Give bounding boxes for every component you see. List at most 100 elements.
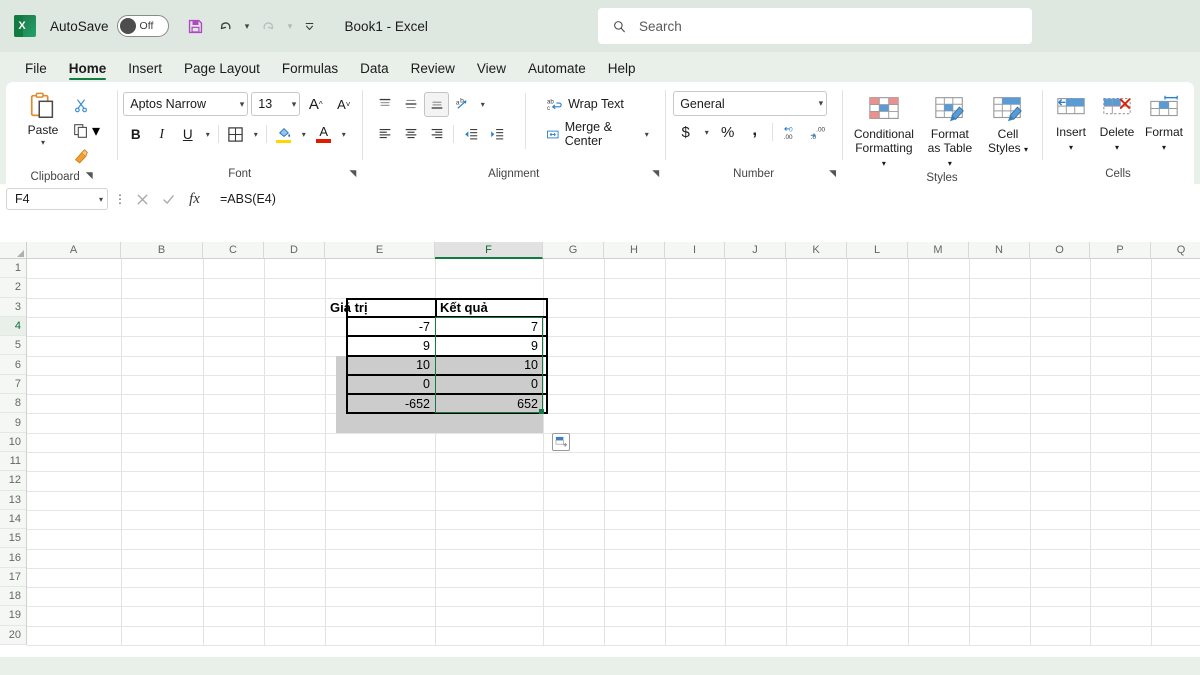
cell-F4[interactable]: 7 <box>435 317 543 336</box>
select-all-corner[interactable] <box>0 242 27 259</box>
tab-page-layout[interactable]: Page Layout <box>173 58 271 82</box>
column-header-M[interactable]: M <box>908 242 969 259</box>
bold-button[interactable]: B <box>123 122 148 147</box>
orientation-button[interactable]: ab <box>450 92 475 117</box>
tab-view[interactable]: View <box>466 58 517 82</box>
cell-styles-button[interactable]: Cell Styles ▾ <box>980 91 1036 157</box>
cell-E7[interactable]: 0 <box>325 375 435 394</box>
underline-button[interactable]: U <box>175 122 200 147</box>
alignment-dialog-launcher-icon[interactable]: ◥ <box>652 168 659 178</box>
undo-icon[interactable] <box>211 11 241 41</box>
save-icon[interactable] <box>181 11 211 41</box>
redo-icon[interactable] <box>254 11 284 41</box>
row-header-20[interactable]: 20 <box>0 625 26 645</box>
fill-color-chevron-down-icon[interactable]: ▾ <box>297 122 310 147</box>
chevron-down-icon[interactable]: ▾ <box>948 159 952 168</box>
font-family-select[interactable]: Aptos Narrow ▾ <box>123 92 249 116</box>
merge-center-chevron-down-icon[interactable]: ▾ <box>640 122 653 147</box>
column-header-A[interactable]: A <box>27 242 121 259</box>
comma-format-button[interactable]: , <box>742 120 767 145</box>
merge-center-button[interactable]: Merge & Center ▾ <box>540 120 659 148</box>
cell-E8[interactable]: -652 <box>325 394 435 413</box>
chevron-down-icon[interactable]: ▾ <box>1024 145 1028 154</box>
font-dialog-launcher-icon[interactable]: ◥ <box>349 168 356 178</box>
font-color-chevron-down-icon[interactable]: ▾ <box>337 122 350 147</box>
chevron-down-icon[interactable]: ▾ <box>1069 143 1073 152</box>
cancel-icon[interactable] <box>132 188 153 210</box>
italic-button[interactable]: I <box>149 122 174 147</box>
borders-chevron-down-icon[interactable]: ▾ <box>249 122 262 147</box>
row-header-4[interactable]: 4 <box>0 316 26 337</box>
cell-E3[interactable]: Giá trị <box>325 298 435 317</box>
column-header-P[interactable]: P <box>1090 242 1151 259</box>
cell-F6[interactable]: 10 <box>435 356 543 375</box>
column-header-E[interactable]: E <box>325 242 435 259</box>
align-left-button[interactable] <box>372 122 397 147</box>
wrap-text-button[interactable]: ab c Wrap Text <box>540 92 630 117</box>
paste-chevron-down-icon[interactable]: ▾ <box>41 138 45 147</box>
number-format-select[interactable]: General ▾ <box>673 91 828 116</box>
tab-review[interactable]: Review <box>400 58 466 82</box>
delete-cells-button[interactable]: Delete ▾ <box>1094 91 1140 155</box>
enter-check-icon[interactable] <box>158 188 179 210</box>
column-header-D[interactable]: D <box>264 242 325 259</box>
cell-E4[interactable]: -7 <box>325 317 435 336</box>
column-header-I[interactable]: I <box>665 242 725 259</box>
undo-chevron-down-icon[interactable]: ▾ <box>241 11 254 41</box>
orientation-chevron-down-icon[interactable]: ▾ <box>476 92 489 117</box>
insert-cells-button[interactable]: Insert ▾ <box>1048 91 1094 155</box>
format-cells-button[interactable]: Format ▾ <box>1140 91 1188 155</box>
auto-fill-options-icon[interactable] <box>552 433 570 451</box>
font-size-select[interactable]: 13 ▾ <box>251 92 301 116</box>
font-color-button[interactable]: A <box>311 122 336 147</box>
underline-chevron-down-icon[interactable]: ▾ <box>201 122 214 147</box>
row-header-3[interactable]: 3 <box>0 297 26 317</box>
column-header-F[interactable]: F <box>435 242 543 259</box>
cut-button[interactable] <box>72 93 100 117</box>
row-header-12[interactable]: 12 <box>0 471 26 491</box>
cell-F7[interactable]: 0 <box>435 375 543 394</box>
chevron-down-icon[interactable]: ▾ <box>882 159 886 168</box>
column-header-Q[interactable]: Q <box>1151 242 1200 259</box>
row-header-9[interactable]: 9 <box>0 413 26 433</box>
row-header-18[interactable]: 18 <box>0 587 26 607</box>
column-header-J[interactable]: J <box>725 242 786 259</box>
redo-chevron-down-icon[interactable]: ▾ <box>284 11 297 41</box>
formula-bar-more-icon[interactable]: ⋮ <box>113 192 127 206</box>
decrease-font-size-button[interactable]: A ˅ <box>331 92 356 117</box>
row-header-1[interactable]: 1 <box>0 259 26 279</box>
increase-font-size-button[interactable]: A ^ <box>303 92 328 117</box>
cell-area[interactable]: Giá trị Kết quả -7 9 10 0 -652 7 9 10 0 … <box>27 259 1200 646</box>
search-input[interactable]: Search <box>598 8 1032 44</box>
align-bottom-button[interactable] <box>424 91 450 117</box>
column-header-K[interactable]: K <box>786 242 847 259</box>
tab-insert[interactable]: Insert <box>117 58 173 82</box>
decrease-decimal-button[interactable]: .00.0 <box>805 120 830 145</box>
row-header-8[interactable]: 8 <box>0 394 26 414</box>
cell-F3[interactable]: Kết quả <box>435 298 543 317</box>
name-box[interactable]: F4 ▾ <box>6 188 108 210</box>
percent-format-button[interactable]: % <box>715 120 740 145</box>
tab-home[interactable]: Home <box>58 58 118 82</box>
clipboard-dialog-launcher-icon[interactable]: ◥ <box>86 171 93 180</box>
row-header-19[interactable]: 19 <box>0 606 26 626</box>
align-middle-button[interactable] <box>398 92 423 117</box>
cell-E5[interactable]: 9 <box>325 336 435 355</box>
tab-data[interactable]: Data <box>349 58 400 82</box>
borders-button[interactable] <box>223 122 248 147</box>
row-header-13[interactable]: 13 <box>0 490 26 510</box>
fill-handle[interactable] <box>539 409 544 415</box>
cell-E6[interactable]: 10 <box>325 356 435 375</box>
tab-file[interactable]: File <box>14 58 58 82</box>
autosave-toggle[interactable]: Off <box>116 15 169 37</box>
copy-button[interactable]: ▾ <box>72 119 100 143</box>
row-header-14[interactable]: 14 <box>0 509 26 530</box>
row-header-11[interactable]: 11 <box>0 451 26 472</box>
row-header-7[interactable]: 7 <box>0 374 26 395</box>
accounting-format-button[interactable]: $ <box>673 120 698 145</box>
column-header-C[interactable]: C <box>203 242 264 259</box>
fill-color-button[interactable] <box>271 122 296 147</box>
column-header-H[interactable]: H <box>604 242 665 259</box>
row-header-17[interactable]: 17 <box>0 567 26 588</box>
column-header-N[interactable]: N <box>969 242 1030 259</box>
